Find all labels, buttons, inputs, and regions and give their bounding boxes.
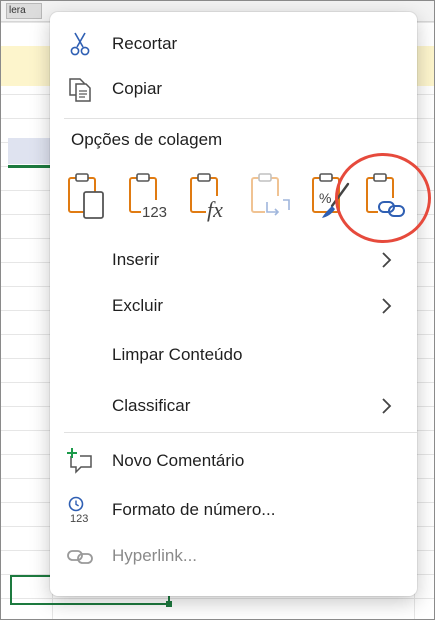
context-menu: Recortar Copiar Opções de colagem 123 fx…: [50, 12, 431, 596]
paste-values-icon: 123: [129, 173, 171, 221]
paste-transpose-icon: [251, 173, 291, 220]
header-tab[interactable]: lera: [6, 3, 42, 19]
number-format-label: Formato de número...: [112, 500, 276, 519]
sort-menu-item[interactable]: Classificar: [50, 384, 417, 428]
chevron-right-icon: [382, 298, 392, 314]
number-format-menu-item[interactable]: 123 Formato de número...: [50, 488, 417, 532]
new-comment-label: Novo Comentário: [112, 451, 245, 470]
paste-transpose-button[interactable]: [245, 170, 297, 224]
insert-label: Inserir: [112, 250, 160, 269]
paste-formulas-text: fx: [207, 197, 223, 222]
scissors-icon: [70, 32, 90, 56]
hyperlink-menu-item[interactable]: Hyperlink...: [50, 534, 417, 578]
chevron-right-icon: [382, 398, 392, 414]
copy-menu-item[interactable]: Copiar: [50, 67, 417, 111]
delete-menu-item[interactable]: Excluir: [50, 284, 417, 328]
cut-label: Recortar: [112, 34, 178, 53]
paste-options-row: 123 fx %: [50, 153, 431, 243]
paste-formulas-icon: fx: [190, 173, 232, 222]
new-comment-menu-item[interactable]: Novo Comentário: [50, 439, 417, 483]
paste-icon: [68, 173, 104, 219]
number-format-icon: 123: [68, 496, 88, 524]
clear-contents-label: Limpar Conteúdo: [112, 345, 243, 364]
paste-button[interactable]: [62, 170, 114, 224]
delete-label: Excluir: [112, 296, 164, 315]
paste-formulas-button[interactable]: fx: [184, 170, 236, 224]
link-icon: [67, 550, 93, 564]
clear-contents-menu-item[interactable]: Limpar Conteúdo: [50, 333, 417, 377]
menu-divider: [64, 432, 417, 433]
chevron-right-icon: [382, 252, 392, 268]
insert-menu-item[interactable]: Inserir: [50, 238, 417, 282]
copy-label: Copiar: [112, 79, 163, 98]
menu-divider: [64, 118, 417, 119]
highlight-circle: [335, 153, 431, 243]
cut-menu-item[interactable]: Recortar: [50, 22, 417, 66]
paste-values-text: 123: [142, 204, 167, 221]
fill-handle[interactable]: [166, 601, 172, 607]
new-comment-icon: [67, 448, 92, 474]
copy-icon: [69, 78, 91, 102]
shaded-cell[interactable]: [8, 138, 50, 164]
sort-label: Classificar: [112, 396, 191, 415]
paste-values-button[interactable]: 123: [123, 170, 175, 224]
cell-border-accent: [8, 165, 53, 168]
paste-options-title: Opções de colagem: [71, 130, 223, 149]
hyperlink-label: Hyperlink...: [112, 546, 198, 565]
svg-text:123: 123: [70, 513, 88, 524]
paste-formatting-text: %: [319, 190, 331, 206]
